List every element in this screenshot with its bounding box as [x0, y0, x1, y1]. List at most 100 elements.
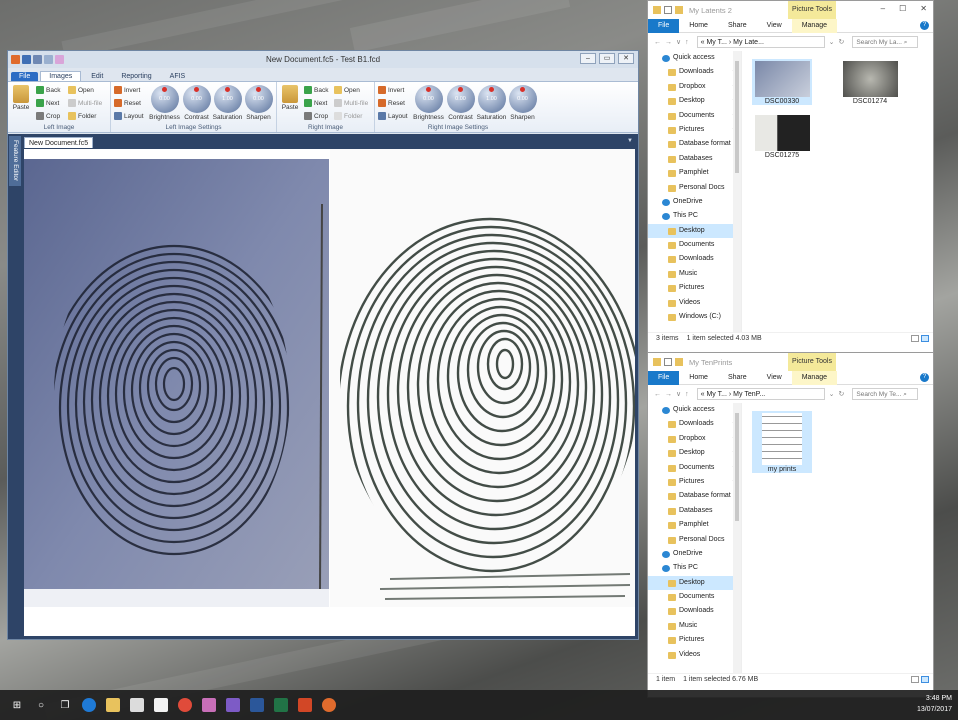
maximize-button[interactable]: ☐: [899, 4, 906, 13]
right-layout-button[interactable]: Layout: [378, 111, 408, 121]
nav-item-database-format[interactable]: Database format: [648, 137, 741, 151]
help-icon[interactable]: ?: [920, 21, 929, 30]
save-icon[interactable]: [22, 55, 31, 64]
redo-icon[interactable]: [44, 55, 53, 64]
chrome-icon[interactable]: [174, 690, 196, 720]
large-icons-view-icon[interactable]: [921, 335, 929, 342]
left-folder-button[interactable]: Folder: [68, 111, 96, 121]
right-crop-button[interactable]: Crop: [304, 111, 328, 121]
large-icons-view-icon[interactable]: [921, 676, 929, 683]
file-thumbnail[interactable]: DSC01274: [840, 59, 900, 105]
left-brightness-knob[interactable]: 0.00 Brightness: [149, 85, 180, 121]
right-open-button[interactable]: Open: [334, 85, 360, 95]
tab-view[interactable]: View: [757, 371, 792, 385]
nav-item-windows-c-[interactable]: Windows (C:): [648, 310, 741, 324]
refresh-icon[interactable]: ↻: [839, 390, 845, 398]
feature-editor-tab[interactable]: Feature Editor: [9, 136, 21, 186]
left-reset-button[interactable]: Reset: [114, 98, 141, 108]
right-reset-button[interactable]: Reset: [378, 98, 405, 108]
close-button[interactable]: ✕: [618, 53, 634, 64]
minimize-button[interactable]: –: [580, 53, 596, 64]
tab-edit[interactable]: Edit: [83, 72, 111, 81]
navigation-scrollbar[interactable]: [733, 51, 741, 332]
tab-afis[interactable]: AFIS: [162, 72, 194, 81]
right-multifile-button[interactable]: Multi-file: [334, 98, 368, 108]
search-input[interactable]: Search My La... ⌕: [852, 36, 919, 48]
left-invert-button[interactable]: Invert: [114, 85, 140, 95]
nav-item-videos[interactable]: Videos: [648, 296, 741, 310]
right-image-viewer[interactable]: [330, 149, 635, 636]
help-icon[interactable]: ?: [920, 373, 929, 382]
nav-item-pictures[interactable]: Pictures: [648, 281, 741, 295]
nav-item-documents[interactable]: Documents✦: [648, 461, 741, 475]
qat-icon[interactable]: [55, 55, 64, 64]
nav-item-this-pc[interactable]: This PC: [648, 561, 741, 575]
word-icon[interactable]: [246, 690, 268, 720]
undo-icon[interactable]: [33, 55, 42, 64]
paint-icon[interactable]: [198, 690, 220, 720]
nav-item-dropbox[interactable]: Dropbox✦: [648, 432, 741, 446]
nav-item-onedrive[interactable]: OneDrive: [648, 195, 741, 209]
nav-item-quick-access[interactable]: Quick access: [648, 403, 741, 417]
refresh-icon[interactable]: ↻: [839, 38, 845, 46]
edge-icon[interactable]: [78, 690, 100, 720]
address-dropdown-icon[interactable]: ⌄: [829, 38, 835, 46]
tab-manage[interactable]: Manage: [791, 370, 837, 385]
left-open-button[interactable]: Open: [68, 85, 94, 95]
search-input[interactable]: Search My Te... ⌕: [852, 388, 919, 400]
tab-manage[interactable]: Manage: [791, 18, 837, 33]
nav-item-dropbox[interactable]: Dropbox✦: [648, 80, 741, 94]
nav-item-pictures[interactable]: Pictures: [648, 633, 741, 647]
properties-icon[interactable]: [664, 6, 672, 14]
back-arrow-icon[interactable]: ←: [654, 391, 661, 398]
left-crop-button[interactable]: Crop: [36, 111, 60, 121]
right-saturation-knob[interactable]: 1.00 Saturation: [476, 85, 507, 121]
nav-item-database-format[interactable]: Database format: [648, 489, 741, 503]
nav-item-quick-access[interactable]: Quick access: [648, 51, 741, 65]
file-thumbnail[interactable]: my prints: [752, 411, 812, 473]
tab-file[interactable]: File: [11, 72, 39, 81]
nav-item-desktop[interactable]: Desktop✦: [648, 94, 741, 108]
recent-locations-icon[interactable]: ∨: [676, 390, 681, 398]
tab-share[interactable]: Share: [718, 371, 757, 385]
details-view-icon[interactable]: [911, 335, 919, 342]
file-thumbnail[interactable]: DSC00330: [752, 59, 812, 105]
nav-item-downloads[interactable]: Downloads: [648, 604, 741, 618]
up-arrow-icon[interactable]: ↑: [685, 391, 689, 398]
left-saturation-knob[interactable]: 1.00 Saturation: [212, 85, 243, 121]
nav-item-documents[interactable]: Documents: [648, 238, 741, 252]
right-invert-button[interactable]: Invert: [378, 85, 404, 95]
forward-arrow-icon[interactable]: →: [665, 39, 672, 46]
nav-item-downloads[interactable]: Downloads✦: [648, 417, 741, 431]
left-next-button[interactable]: Next: [36, 98, 59, 108]
nav-item-personal-docs[interactable]: Personal Docs: [648, 181, 741, 195]
tab-dropdown-icon[interactable]: ▼: [627, 138, 633, 144]
mail-icon[interactable]: [150, 690, 172, 720]
nav-item-music[interactable]: Music: [648, 619, 741, 633]
nav-item-onedrive[interactable]: OneDrive: [648, 547, 741, 561]
nav-item-videos[interactable]: Videos: [648, 648, 741, 662]
file-explorer-icon[interactable]: [102, 690, 124, 720]
nav-item-desktop[interactable]: Desktop: [648, 575, 741, 591]
tab-home[interactable]: Home: [679, 19, 718, 33]
nav-item-databases[interactable]: Databases: [648, 504, 741, 518]
properties-icon[interactable]: [664, 358, 672, 366]
address-dropdown-icon[interactable]: ⌄: [829, 390, 835, 398]
forward-arrow-icon[interactable]: →: [665, 391, 672, 398]
recent-locations-icon[interactable]: ∨: [676, 38, 681, 46]
right-next-button[interactable]: Next: [304, 98, 327, 108]
nav-item-pictures[interactable]: Pictures✦: [648, 475, 741, 489]
tab-share[interactable]: Share: [718, 19, 757, 33]
powerpoint-icon[interactable]: [294, 690, 316, 720]
tab-reporting[interactable]: Reporting: [113, 72, 159, 81]
right-sharpen-knob[interactable]: 0.00 Sharpen: [507, 85, 538, 121]
tab-home[interactable]: Home: [679, 371, 718, 385]
left-multifile-button[interactable]: Multi-file: [68, 98, 102, 108]
app-icon[interactable]: [222, 690, 244, 720]
nav-item-desktop[interactable]: Desktop: [648, 223, 741, 239]
new-folder-icon[interactable]: [675, 358, 683, 366]
store-icon[interactable]: [126, 690, 148, 720]
tab-file[interactable]: File: [648, 18, 680, 33]
nav-item-documents[interactable]: Documents✦: [648, 109, 741, 123]
address-bar[interactable]: « My T... › My TenP...: [696, 388, 825, 400]
